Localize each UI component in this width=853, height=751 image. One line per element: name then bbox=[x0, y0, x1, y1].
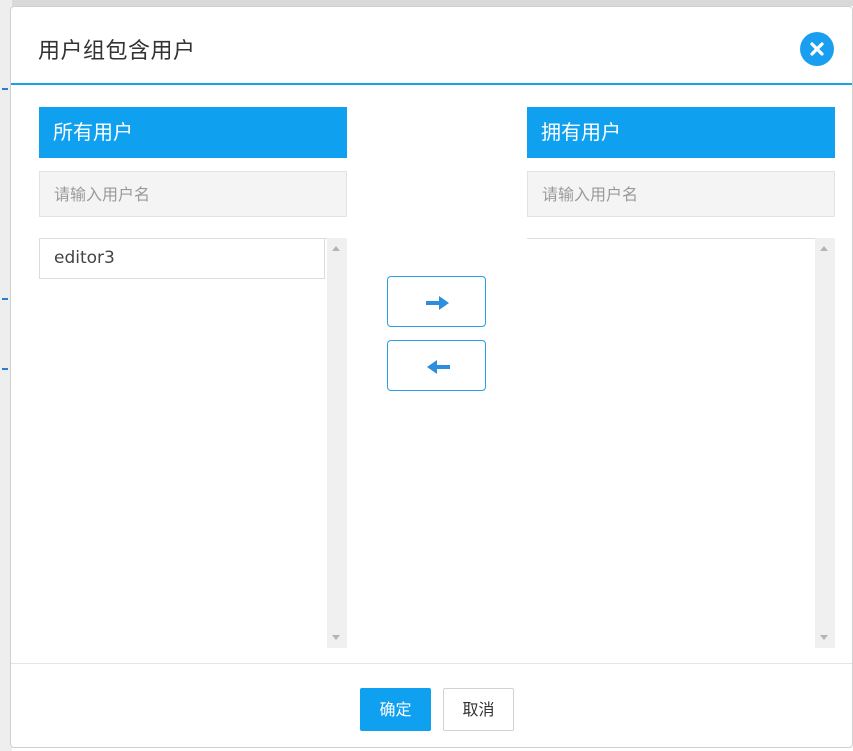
dialog-footer: 确定 取消 bbox=[11, 663, 852, 749]
list-top-border bbox=[527, 238, 815, 239]
scroll-up-icon[interactable] bbox=[332, 246, 340, 251]
scroll-down-icon[interactable] bbox=[820, 635, 828, 640]
dialog-title: 用户组包含用户 bbox=[38, 39, 196, 64]
move-right-button[interactable] bbox=[387, 276, 486, 327]
all-users-scrollbar[interactable] bbox=[327, 238, 347, 648]
close-button[interactable] bbox=[800, 32, 834, 66]
owned-users-header: 拥有用户 bbox=[527, 107, 835, 158]
scroll-down-icon[interactable] bbox=[332, 635, 340, 640]
dialog-header: 用户组包含用户 bbox=[11, 7, 852, 85]
all-users-header: 所有用户 bbox=[39, 107, 347, 158]
owned-users-scrollbar[interactable] bbox=[815, 238, 835, 648]
all-users-search-input[interactable] bbox=[39, 171, 347, 217]
arrow-left-icon bbox=[427, 360, 450, 374]
background-mark bbox=[2, 368, 8, 370]
owned-users-search-input[interactable] bbox=[527, 171, 835, 217]
owned-users-list[interactable] bbox=[527, 238, 835, 648]
background-mark bbox=[2, 88, 8, 90]
arrow-right-icon bbox=[426, 296, 449, 310]
user-group-dialog: 用户组包含用户 所有用户 editor3 拥有用户 bbox=[10, 6, 853, 748]
all-users-list[interactable]: editor3 bbox=[39, 238, 347, 648]
cancel-button[interactable]: 取消 bbox=[443, 688, 514, 731]
background-mark bbox=[2, 298, 8, 300]
move-left-button[interactable] bbox=[387, 340, 486, 391]
close-icon bbox=[810, 42, 824, 56]
list-item[interactable]: editor3 bbox=[39, 238, 325, 279]
scroll-up-icon[interactable] bbox=[820, 246, 828, 251]
confirm-button[interactable]: 确定 bbox=[360, 688, 431, 731]
